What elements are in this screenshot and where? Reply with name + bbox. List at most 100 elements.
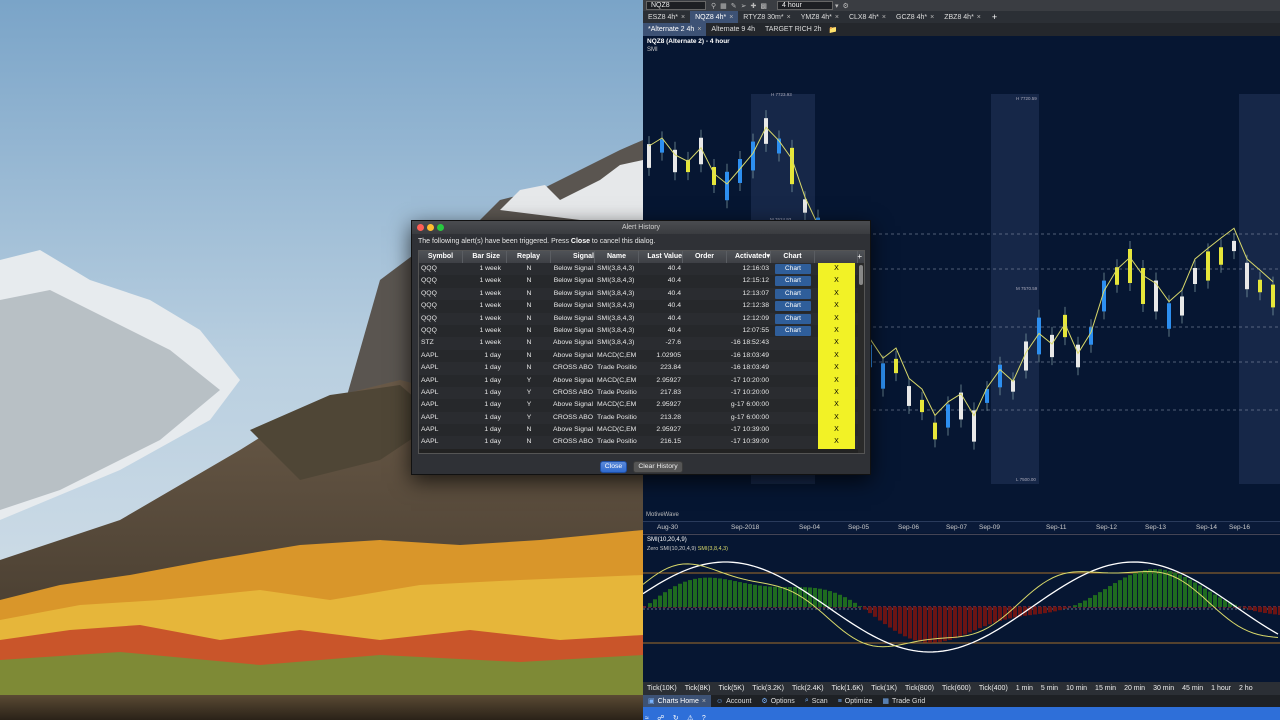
timeframe-select[interactable]: 4 hour — [777, 1, 834, 10]
close-icon[interactable]: × — [697, 26, 701, 33]
open-chart-button[interactable]: Chart — [775, 288, 811, 299]
bar-size-option[interactable]: Tick(10K) — [643, 685, 681, 692]
link-icon[interactable]: ☍ — [657, 714, 664, 720]
dismiss-alert-button[interactable]: X — [818, 436, 855, 449]
table-row[interactable]: AAPL 1 day Y CROSS ABO Trade Positio 217.83 -1… — [419, 386, 864, 400]
column-header[interactable] — [815, 251, 858, 263]
table-row[interactable]: AAPL 1 day Y Above Signal MACD(C,EM 2.95927 -1… — [419, 374, 864, 387]
dismiss-alert-button[interactable]: X — [818, 424, 855, 437]
crosshair-icon[interactable]: ✚ — [751, 2, 757, 10]
help-icon[interactable]: ? — [702, 715, 706, 720]
bar-size-option[interactable]: 10 min — [1062, 685, 1091, 692]
bar-size-option[interactable]: 45 min — [1178, 685, 1207, 692]
add-column-icon[interactable]: + — [857, 252, 862, 261]
dismiss-alert-button[interactable]: X — [818, 324, 855, 338]
close-button[interactable]: Close — [600, 461, 627, 473]
column-header[interactable]: Replay — [507, 251, 551, 263]
smi-panel[interactable]: SMI(10,20,4,9) Zero SMI(10,20,4,9) SMI(3… — [643, 534, 1280, 682]
column-header[interactable]: Name — [595, 251, 639, 263]
bar-size-option[interactable]: 1 hour — [1207, 685, 1235, 692]
table-row[interactable]: QQQ 1 week N Below Signal SMI(3,8,4,3) 40.4 12… — [419, 312, 864, 325]
bar-size-option[interactable]: 5 min — [1037, 685, 1062, 692]
bottom-tab[interactable]: ▣ Charts Home × — [643, 695, 711, 707]
dismiss-alert-button[interactable]: X — [818, 349, 855, 363]
dismiss-alert-button[interactable]: X — [818, 287, 855, 301]
column-header[interactable]: Order — [683, 251, 727, 263]
add-tab-icon[interactable]: + — [986, 12, 1003, 22]
dialog-titlebar[interactable]: Alert History — [412, 221, 870, 234]
close-icon[interactable]: × — [787, 14, 791, 21]
bar-size-option[interactable]: Tick(5K) — [715, 685, 749, 692]
workspace-tab[interactable]: Alternate 9 4h — [706, 23, 760, 36]
dismiss-alert-button[interactable]: X — [818, 386, 855, 400]
dismiss-alert-button[interactable]: X — [818, 300, 855, 313]
workspace-tab[interactable]: TARGET RICH 2h — [760, 23, 827, 36]
close-icon[interactable]: × — [729, 14, 733, 21]
scrollbar-thumb[interactable] — [859, 265, 863, 285]
bar-size-option[interactable]: 2 ho — [1235, 685, 1257, 692]
table-row[interactable]: AAPL 1 day N CROSS ABO Trade Positio 216.15 -1… — [419, 436, 864, 449]
bar-size-option[interactable]: Tick(2.4K) — [788, 685, 828, 692]
table-scrollbar[interactable] — [858, 263, 864, 453]
bar-size-option[interactable]: 30 min — [1149, 685, 1178, 692]
bar-size-option[interactable]: 1 min — [1012, 685, 1037, 692]
window-maximize-icon[interactable] — [437, 224, 444, 231]
table-row[interactable]: QQQ 1 week N Below Signal SMI(3,8,4,3) 40.4 12… — [419, 275, 864, 288]
open-chart-button[interactable]: Chart — [775, 276, 811, 287]
bottom-tab[interactable]: ⚙ Options — [756, 695, 799, 707]
close-icon[interactable]: × — [835, 14, 839, 21]
chevron-down-icon[interactable]: ▾ — [835, 2, 839, 10]
bar-size-option[interactable]: Tick(600) — [938, 685, 975, 692]
folder-icon[interactable]: 📁 — [829, 26, 838, 34]
column-header[interactable]: Symbol — [419, 251, 463, 263]
column-header[interactable]: Activated▾ — [727, 251, 771, 263]
table-row[interactable]: AAPL 1 day Y CROSS ABO Trade Positio 213.28 g-… — [419, 411, 864, 425]
dismiss-alert-button[interactable]: X — [818, 312, 855, 325]
settings-icon[interactable]: ⚙ — [843, 2, 849, 10]
cursor-icon[interactable]: ➢ — [741, 2, 747, 10]
open-chart-button[interactable]: Chart — [775, 325, 811, 336]
symbol-tab[interactable]: ZBZ8 4h* × — [939, 11, 986, 23]
dismiss-alert-button[interactable]: X — [818, 275, 855, 288]
symbol-tab[interactable]: CLX8 4h* × — [844, 11, 891, 23]
table-row[interactable]: QQQ 1 week N Below Signal SMI(3,8,4,3) 40.4 12… — [419, 300, 864, 313]
table-row[interactable]: QQQ 1 week N Below Signal SMI(3,8,4,3) 40.4 12… — [419, 324, 864, 338]
draw-icon[interactable]: ✎ — [731, 2, 737, 10]
table-row[interactable]: AAPL 1 day N Above Signal MACD(C,EM 1.02905 -1… — [419, 349, 864, 363]
bar-size-option[interactable]: Tick(8K) — [681, 685, 715, 692]
window-minimize-icon[interactable] — [427, 224, 434, 231]
clear-history-button[interactable]: Clear History — [633, 461, 683, 473]
close-icon[interactable]: × — [882, 14, 886, 21]
close-icon[interactable]: × — [681, 14, 685, 21]
bar-size-option[interactable]: 15 min — [1091, 685, 1120, 692]
bottom-tab[interactable]: ▦ Trade Grid — [877, 695, 930, 707]
bottom-tab[interactable]: ☺ Account — [711, 695, 756, 707]
table-row[interactable]: QQQ 1 week N Below Signal SMI(3,8,4,3) 40.4 12… — [419, 263, 864, 276]
bar-size-option[interactable]: Tick(800) — [901, 685, 938, 692]
grid-icon[interactable]: ▩ — [760, 2, 767, 10]
open-chart-button[interactable]: Chart — [775, 264, 811, 274]
dismiss-alert-button[interactable]: X — [818, 263, 855, 276]
table-row[interactable]: QQQ 1 week N Below Signal SMI(3,8,4,3) 40.4 12… — [419, 287, 864, 301]
bottom-tab[interactable]: ≡ Optimize — [833, 695, 878, 707]
column-header[interactable]: Signal — [551, 251, 595, 263]
alert-icon[interactable]: ⚠ — [687, 714, 693, 720]
symbol-tab[interactable]: YMZ8 4h* × — [796, 11, 844, 23]
dismiss-alert-button[interactable]: X — [818, 399, 855, 412]
symbol-input[interactable]: NQZ8 — [646, 1, 706, 10]
open-chart-button[interactable]: Chart — [775, 313, 811, 324]
dismiss-alert-button[interactable]: X — [818, 374, 855, 387]
symbol-tab[interactable]: NQZ8 4h* × — [690, 11, 739, 23]
bar-size-option[interactable]: Tick(3.2K) — [748, 685, 788, 692]
open-chart-button[interactable]: Chart — [775, 301, 811, 312]
layout-icon[interactable]: ▦ — [720, 2, 727, 10]
table-row[interactable]: AAPL 1 day Y Above Signal MACD(C,EM 2.95927 g-… — [419, 399, 864, 412]
close-icon[interactable]: × — [702, 698, 706, 705]
dismiss-alert-button[interactable]: X — [818, 362, 855, 375]
symbol-tab[interactable]: RTYZ8 30m* × — [738, 11, 795, 23]
table-row[interactable]: AAPL 1 day N Above Signal MACD(C,EM 2.95927 -1… — [419, 424, 864, 437]
column-header[interactable]: Bar Size — [463, 251, 507, 263]
dismiss-alert-button[interactable]: X — [818, 411, 855, 425]
refresh-icon[interactable]: ↻ — [673, 714, 679, 720]
bar-size-option[interactable]: Tick(400) — [975, 685, 1012, 692]
